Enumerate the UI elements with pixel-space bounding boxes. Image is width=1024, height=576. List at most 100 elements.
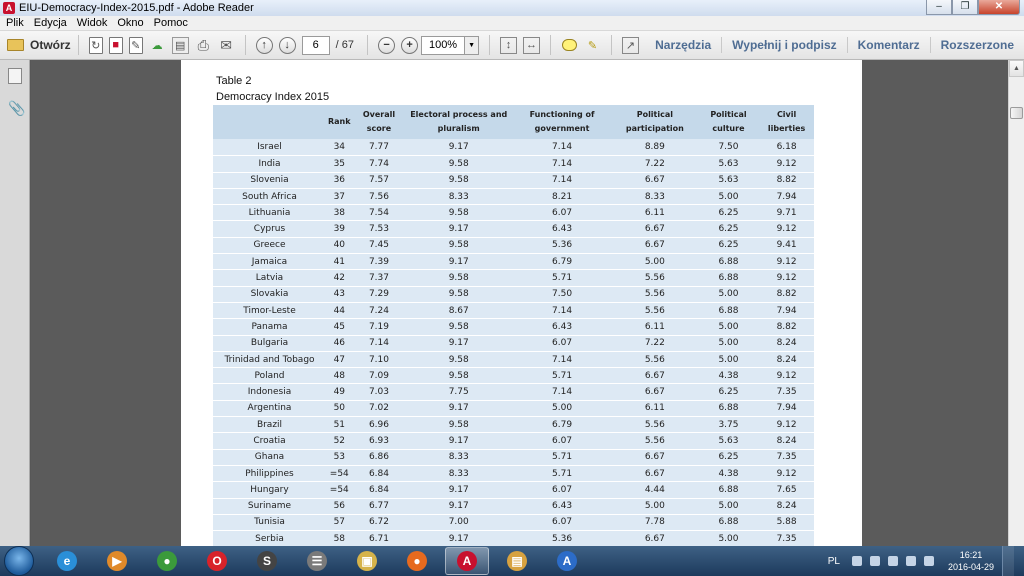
fullscreen-icon[interactable]: ↗	[622, 36, 640, 54]
table-cell-country: Jamaica	[213, 253, 326, 270]
highlight-icon[interactable]: ✎	[584, 37, 601, 54]
table-row: Cyprus 39 7.53 9.17 6.43 6.67 6.25 9.12	[213, 220, 814, 237]
table-cell: 9.58	[405, 318, 513, 335]
table-cell: 5.63	[697, 155, 760, 172]
scroll-up-icon[interactable]: ▲	[1009, 60, 1024, 77]
table-cell: 6.67	[611, 367, 698, 384]
clock[interactable]: 16:21 2016-04-29	[948, 549, 994, 573]
taskbar-app-editor[interactable]: A	[545, 547, 589, 575]
edit-pdf-icon[interactable]: ✎	[128, 36, 143, 54]
menu-item-plik[interactable]: Plik	[6, 17, 24, 29]
comment-pane-button[interactable]: Komentarz	[846, 37, 930, 53]
table-cell: 8.89	[611, 139, 698, 156]
table-row: Poland 48 7.09 9.58 5.71 6.67 4.38 9.12	[213, 367, 814, 384]
open-button[interactable]: Otwórz	[7, 38, 71, 52]
start-button[interactable]	[4, 546, 34, 576]
export-pdf-icon[interactable]: ■	[108, 36, 123, 54]
table-cell: 5.71	[512, 448, 612, 465]
taskbar-app-sumatra[interactable]: S	[245, 547, 289, 575]
attachments-icon[interactable]: 📎	[8, 100, 25, 116]
table-cell: 36	[326, 171, 353, 188]
table-cell: 9.58	[405, 416, 513, 433]
comment-icon[interactable]	[562, 39, 578, 51]
taskbar-app-explorer[interactable]: ▣	[345, 547, 389, 575]
table-row: Jamaica 41 7.39 9.17 6.79 5.00 6.88 9.12	[213, 253, 814, 270]
scroll-thumb[interactable]	[1010, 107, 1023, 119]
zoom-out-icon[interactable]: −	[378, 36, 396, 54]
page-number-input[interactable]: 6	[301, 35, 330, 55]
close-button[interactable]: ✕	[978, 0, 1020, 15]
table-row: India 35 7.74 9.58 7.14 7.22 5.63 9.12	[213, 155, 814, 172]
menu-item-pomoc[interactable]: Pomoc	[154, 17, 188, 29]
table-cell: 7.09	[352, 367, 406, 384]
table-row: Suriname 56 6.77 9.17 6.43 5.00 5.00 8.24	[213, 497, 814, 514]
editor-icon: A	[557, 551, 577, 571]
taskbar-app-opera[interactable]: O	[195, 547, 239, 575]
table-cell: 9.17	[405, 334, 513, 351]
zoom-dropdown-icon[interactable]: ▼	[465, 35, 480, 55]
internet-explorer-icon: e	[57, 551, 77, 571]
taskbar-app-files[interactable]: ☰	[295, 547, 339, 575]
table-cell: 48	[326, 367, 353, 384]
menu-item-edycja[interactable]: Edycja	[34, 17, 67, 29]
taskbar-app-internet-explorer[interactable]: e	[45, 547, 89, 575]
next-page-icon[interactable]: ↓	[278, 36, 296, 54]
table-cell-country: Indonesia	[213, 383, 326, 400]
menu-item-widok[interactable]: Widok	[77, 17, 108, 29]
table-cell: 7.00	[405, 513, 513, 531]
fit-width-icon[interactable]: ↔	[523, 36, 541, 54]
network-icon[interactable]	[869, 556, 880, 566]
previous-page-icon[interactable]: ↑	[255, 36, 273, 54]
page-thumbnails-icon[interactable]	[8, 68, 22, 84]
table-cell: 52	[326, 432, 353, 449]
tray-arrow-icon[interactable]	[851, 556, 862, 566]
zoom-level-input[interactable]: 100%	[421, 35, 466, 55]
table-cell: 7.37	[352, 269, 406, 286]
table-cell: 9.58	[405, 269, 513, 286]
table-cell-country: Argentina	[213, 399, 326, 417]
table-cell: 9.58	[405, 350, 513, 368]
battery-icon[interactable]	[923, 556, 934, 566]
fit-page-icon[interactable]: ↕	[500, 36, 518, 54]
taskbar-app-chrome[interactable]: ●	[145, 547, 189, 575]
create-pdf-icon[interactable]: ↻	[88, 36, 103, 54]
taskbar-app-installer[interactable]: ▤	[495, 547, 539, 575]
minimize-button[interactable]: –	[926, 0, 952, 15]
column-header-functioning-of-government: Functioning of government	[512, 105, 612, 139]
taskbar-app-firefox[interactable]: ●	[395, 547, 439, 575]
table-cell: 6.72	[352, 513, 406, 531]
table-cell: 7.78	[611, 513, 698, 531]
email-icon[interactable]: ✉	[218, 37, 235, 54]
table-cell: 8.33	[405, 464, 513, 482]
extended-pane-button[interactable]: Rozszerzone	[929, 37, 1024, 53]
show-desktop-button[interactable]	[1002, 546, 1014, 576]
table-cell: 9.58	[405, 171, 513, 188]
tools-pane-button[interactable]: Narzędzia	[645, 37, 721, 53]
language-indicator[interactable]: PL	[828, 556, 840, 567]
fill-sign-pane-button[interactable]: Wypełnij i podpisz	[721, 37, 846, 53]
table-cell: 8.24	[759, 497, 814, 514]
table-cell: 9.12	[759, 269, 814, 286]
print-icon[interactable]: ⎙	[195, 37, 212, 54]
upload-cloud-icon[interactable]: ☁	[149, 37, 166, 54]
restore-button[interactable]: ❐	[952, 0, 978, 15]
save-icon[interactable]: ▤	[171, 36, 189, 54]
table-cell: 42	[326, 269, 353, 286]
table-cell: 7.94	[759, 187, 814, 205]
taskbar-app-media-player[interactable]: ▶	[95, 547, 139, 575]
table-cell: 8.24	[759, 432, 814, 449]
table-cell: 6.11	[611, 204, 698, 221]
table-cell: 4.38	[697, 464, 760, 482]
volume-icon[interactable]	[905, 556, 916, 566]
table-cell: 9.58	[405, 204, 513, 221]
table-cell: 5.00	[611, 497, 698, 514]
zoom-in-icon[interactable]: +	[401, 36, 419, 54]
taskbar-app-adobe-reader[interactable]: A	[445, 547, 489, 575]
table-cell: 7.75	[405, 383, 513, 400]
table-cell: 41	[326, 253, 353, 270]
flag-icon[interactable]	[887, 556, 898, 566]
menu-item-okno[interactable]: Okno	[117, 17, 143, 29]
vertical-scrollbar[interactable]: ▲	[1008, 60, 1024, 546]
table-cell: 9.12	[759, 416, 814, 433]
table-cell: 9.17	[405, 220, 513, 237]
